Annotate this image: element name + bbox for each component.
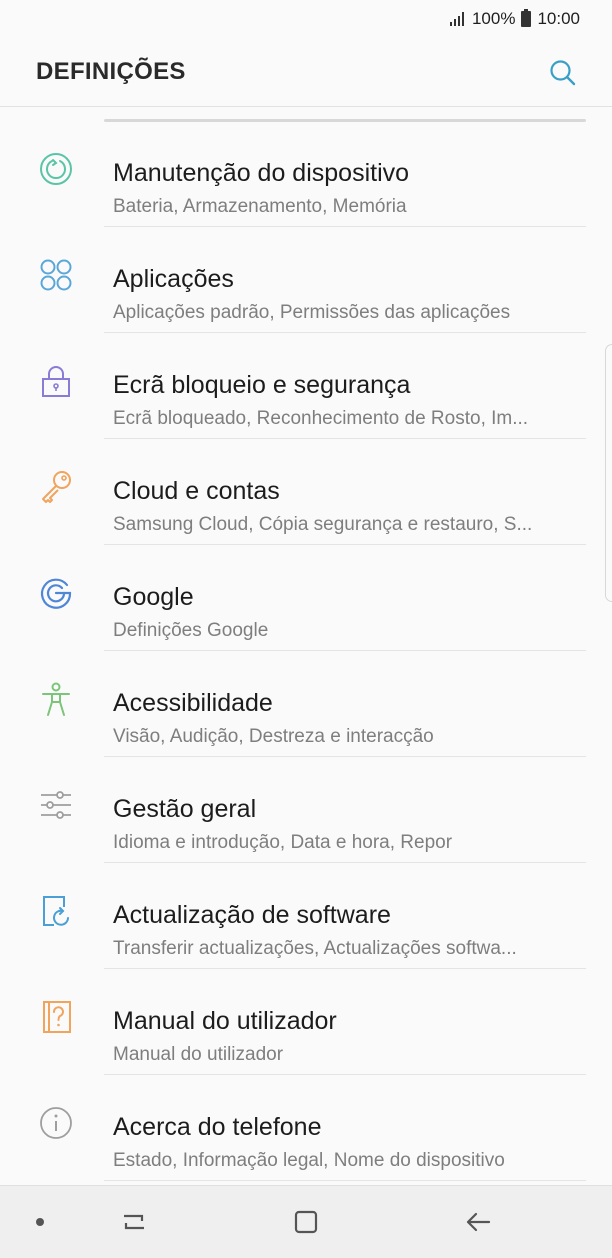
- settings-item-subtitle: Idioma e introdução, Data e hora, Repor: [113, 832, 453, 853]
- apps-icon: [40, 259, 72, 291]
- settings-item-subtitle: Visão, Audição, Destreza e interacção: [113, 726, 434, 747]
- settings-item-general-management[interactable]: Gestão geral Idioma e introdução, Data e…: [0, 757, 612, 863]
- user-manual-icon: [43, 1001, 71, 1033]
- recent-apps-button[interactable]: [116, 1204, 152, 1240]
- edge-panel-handle[interactable]: [605, 344, 612, 602]
- settings-item-subtitle: Ecrã bloqueado, Reconhecimento de Rosto,…: [113, 408, 529, 429]
- settings-item-subtitle: Samsung Cloud, Cópia segurança e restaur…: [113, 514, 533, 535]
- settings-item-lock-security[interactable]: Ecrã bloqueio e segurança Ecrã bloqueado…: [0, 333, 612, 439]
- search-icon: [550, 60, 576, 86]
- page-title: DEFINIÇÕES: [36, 58, 186, 85]
- dot-icon: [36, 1218, 44, 1226]
- battery-percent: 100%: [471, 9, 516, 28]
- settings-item-user-manual[interactable]: Manual do utilizador Manual do utilizado…: [0, 969, 612, 1075]
- settings-item-title: Manual do utilizador: [113, 1007, 337, 1035]
- settings-item-subtitle: Aplicações padrão, Permissões das aplica…: [113, 302, 511, 323]
- status-bar: 100% 10:00: [0, 0, 612, 38]
- settings-item-subtitle: Transferir actualizações, Actualizações …: [113, 938, 517, 959]
- settings-item-subtitle: Bateria, Armazenamento, Memória: [113, 196, 407, 217]
- settings-item-title: Acessibilidade: [113, 689, 273, 717]
- settings-item-subtitle: Manual do utilizador: [113, 1044, 284, 1065]
- settings-item-title: Gestão geral: [113, 795, 257, 823]
- settings-item-software-update[interactable]: Actualização de software Transferir actu…: [0, 863, 612, 969]
- search-button[interactable]: [548, 58, 578, 88]
- back-icon: [466, 1212, 491, 1232]
- settings-item-title: Acerca do telefone: [113, 1113, 322, 1141]
- settings-item-about-phone[interactable]: Acerca do telefone Estado, Informação le…: [0, 1075, 612, 1181]
- lock-icon: [42, 366, 70, 397]
- settings-item-google[interactable]: Google Definições Google: [0, 545, 612, 651]
- settings-item-title: Manutenção do dispositivo: [113, 159, 410, 187]
- settings-item-accessibility[interactable]: Acessibilidade Visão, Audição, Destreza …: [0, 651, 612, 757]
- navigation-bar: [0, 1185, 612, 1258]
- device-maintenance-icon: [40, 153, 72, 185]
- key-icon: [42, 471, 71, 503]
- sliders-icon: [41, 791, 71, 819]
- settings-item-title: Google: [113, 583, 194, 611]
- software-update-icon: [43, 896, 69, 926]
- nav-dot-button[interactable]: [22, 1204, 58, 1240]
- settings-item-subtitle: Definições Google: [113, 620, 269, 641]
- info-icon: [40, 1107, 72, 1139]
- divider: [104, 1180, 586, 1181]
- settings-item-subtitle: Estado, Informação legal, Nome do dispos…: [113, 1150, 505, 1171]
- recent-apps-icon: [124, 1214, 144, 1230]
- back-button[interactable]: [460, 1204, 496, 1240]
- signal-icon: [449, 12, 464, 26]
- app-header: DEFINIÇÕES: [0, 38, 612, 107]
- battery-icon: [521, 9, 532, 27]
- settings-item-apps[interactable]: Aplicações Aplicações padrão, Permissões…: [0, 227, 612, 333]
- google-icon: [40, 578, 72, 609]
- home-icon: [294, 1210, 318, 1234]
- settings-item-device-maintenance[interactable]: Manutenção do dispositivo Bateria, Armaz…: [0, 121, 612, 227]
- accessibility-icon: [42, 682, 70, 716]
- settings-item-title: Aplicações: [113, 265, 234, 293]
- status-indicators: 100% 10:00: [449, 8, 580, 30]
- settings-item-title: Actualização de software: [113, 901, 391, 929]
- settings-item-title: Cloud e contas: [113, 477, 280, 505]
- home-button[interactable]: [288, 1204, 324, 1240]
- clock: 10:00: [537, 9, 580, 28]
- settings-item-title: Ecrã bloqueio e segurança: [113, 371, 411, 399]
- settings-item-cloud-accounts[interactable]: Cloud e contas Samsung Cloud, Cópia segu…: [0, 439, 612, 545]
